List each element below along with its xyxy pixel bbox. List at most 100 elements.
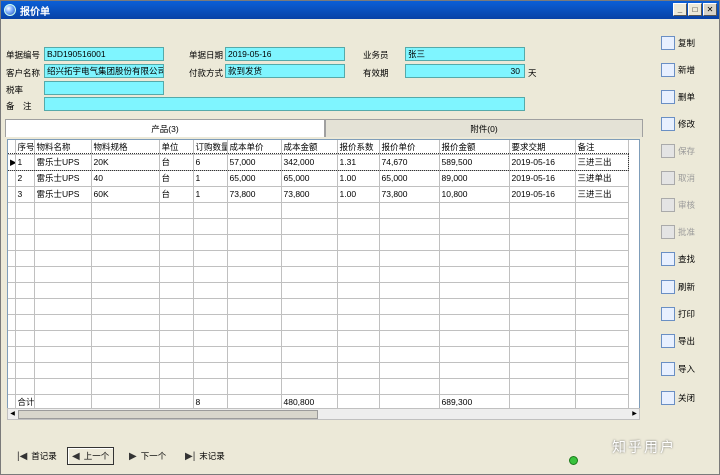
approve-button[interactable]: 批准: [661, 222, 715, 242]
table-row[interactable]: 3 雷乐士UPS 60K 台 1 73,800 73,800 1.00 73,800 10,800…: [8, 186, 629, 203]
table-cell[interactable]: 73,800: [281, 186, 338, 203]
save-icon: [661, 144, 675, 158]
column-header[interactable]: 物料名称: [34, 140, 92, 155]
title-bar[interactable]: 报价单 _ □ ✕: [1, 1, 719, 19]
table-cell[interactable]: 10,800: [439, 186, 510, 203]
table-cell[interactable]: 雷乐士UPS: [34, 170, 92, 187]
table-cell[interactable]: 2019-05-16: [509, 154, 576, 171]
table-cell[interactable]: 65,000: [379, 170, 440, 187]
column-header[interactable]: 单位: [159, 140, 194, 155]
column-header[interactable]: 成本金额: [281, 140, 338, 155]
column-header[interactable]: 备注: [575, 140, 629, 155]
payment-field[interactable]: 款到发货: [225, 64, 345, 78]
table-cell[interactable]: 342,000: [281, 154, 338, 171]
delete-button[interactable]: 删单: [661, 87, 715, 107]
copy-button[interactable]: 复制: [661, 33, 715, 53]
table-cell[interactable]: 台: [159, 170, 194, 187]
column-header[interactable]: 物料规格: [91, 140, 160, 155]
sales-field[interactable]: 张三: [405, 47, 525, 61]
table-cell[interactable]: 73,800: [227, 186, 282, 203]
table-cell[interactable]: 2019-05-16: [509, 186, 576, 203]
table-cell[interactable]: 三进三出: [575, 154, 629, 171]
remark-field[interactable]: [44, 97, 525, 111]
new-button[interactable]: 新增: [661, 60, 715, 80]
print-button[interactable]: 打印: [661, 304, 715, 324]
column-header[interactable]: 报价系数: [337, 140, 380, 155]
horizontal-scrollbar[interactable]: ◀ ▶: [7, 408, 640, 420]
review-button[interactable]: 审核: [661, 195, 715, 215]
scroll-right-icon[interactable]: ▶: [630, 410, 639, 419]
table-row[interactable]: ▶1雷乐士UPS20K台657,000342,0001.3174,670589,…: [8, 153, 629, 171]
table-cell[interactable]: 73,800: [379, 186, 440, 203]
table-row[interactable]: 2 雷乐士UPS 40 台 1 65,000 65,000 1.00 65,000 89,000 2…: [8, 170, 629, 187]
empty-cell: [509, 250, 576, 267]
tax-field[interactable]: [44, 81, 164, 95]
table-cell[interactable]: 1.00: [337, 170, 380, 187]
last-record-button[interactable]: ▶| 末记录: [185, 447, 225, 465]
table-cell[interactable]: 74,670: [379, 154, 440, 171]
empty-cell: [15, 282, 35, 299]
table-cell[interactable]: 台: [159, 154, 194, 171]
table-cell[interactable]: 60K: [91, 186, 160, 203]
new-label: 新增: [678, 65, 696, 75]
table-cell[interactable]: 20K: [91, 154, 160, 171]
empty-cell: [91, 202, 160, 219]
refresh-button[interactable]: 刷新: [661, 277, 715, 297]
column-header[interactable]: 序号: [15, 140, 35, 155]
minimize-button[interactable]: _: [673, 3, 687, 16]
table-cell[interactable]: 65,000: [227, 170, 282, 187]
column-header[interactable]: 报价单价: [379, 140, 440, 155]
cancel-button[interactable]: 取消: [661, 168, 715, 188]
close-window-button[interactable]: ✕: [703, 3, 717, 16]
table-cell[interactable]: 1: [193, 186, 228, 203]
valid-field[interactable]: 30: [405, 64, 525, 78]
maximize-button[interactable]: □: [688, 3, 702, 16]
table-cell[interactable]: 57,000: [227, 154, 282, 171]
table-cell[interactable]: 1: [15, 154, 35, 171]
product-grid[interactable]: 序号 物料名称 物料规格 单位 订购数量 成本单价 成本金额 报价系数 报价单价 报价金额 要求交期…: [7, 139, 640, 420]
empty-cell: [227, 250, 282, 267]
empty-cell: [227, 362, 282, 379]
customer-field[interactable]: 绍兴拓宇电气集团股份有限公司: [44, 64, 164, 78]
table-cell[interactable]: 2019-05-16: [509, 170, 576, 187]
table-cell[interactable]: 台: [159, 186, 194, 203]
date-label: 单据日期: [189, 50, 224, 60]
table-cell[interactable]: 89,000: [439, 170, 510, 187]
tab-attachments[interactable]: 附件(0): [325, 119, 643, 137]
tab-products[interactable]: 产品(3): [5, 119, 325, 137]
empty-cell: [159, 282, 194, 299]
edit-button[interactable]: 修改: [661, 114, 715, 134]
empty-cell: [34, 362, 92, 379]
window-title: 报价单: [20, 6, 50, 18]
column-header[interactable]: 报价金额: [439, 140, 510, 155]
doc-no-field[interactable]: BJD190516001: [44, 47, 164, 61]
table-cell[interactable]: 1: [193, 170, 228, 187]
column-header[interactable]: 成本单价: [227, 140, 282, 155]
next-record-button[interactable]: ▶ 下一个: [129, 447, 166, 465]
table-cell[interactable]: 三进单出: [575, 170, 629, 187]
save-button[interactable]: 保存: [661, 141, 715, 161]
table-cell[interactable]: 3: [15, 186, 35, 203]
table-cell[interactable]: 雷乐士UPS: [34, 154, 92, 171]
table-cell[interactable]: 589,500: [439, 154, 510, 171]
table-cell[interactable]: 1.00: [337, 186, 380, 203]
find-button[interactable]: 查找: [661, 249, 715, 269]
column-header[interactable]: 订购数量: [193, 140, 228, 155]
import-button[interactable]: 导入: [661, 359, 715, 379]
export-button[interactable]: 导出: [661, 331, 715, 351]
date-field[interactable]: 2019-05-16: [225, 47, 345, 61]
table-cell[interactable]: 雷乐士UPS: [34, 186, 92, 203]
table-cell[interactable]: 40: [91, 170, 160, 187]
table-cell[interactable]: 2: [15, 170, 35, 187]
table-cell[interactable]: 65,000: [281, 170, 338, 187]
first-record-button[interactable]: |◀ 首记录: [17, 447, 57, 465]
prev-record-button[interactable]: ◀ 上一个: [67, 447, 115, 465]
empty-cell: [509, 202, 576, 219]
scroll-thumb[interactable]: [18, 410, 318, 419]
table-cell[interactable]: 1.31: [337, 154, 380, 171]
column-header[interactable]: 要求交期: [509, 140, 576, 155]
table-cell[interactable]: 6: [193, 154, 228, 171]
close-button[interactable]: 关闭: [661, 388, 715, 408]
table-cell[interactable]: 三进三出: [575, 186, 629, 203]
scroll-left-icon[interactable]: ◀: [8, 410, 17, 419]
